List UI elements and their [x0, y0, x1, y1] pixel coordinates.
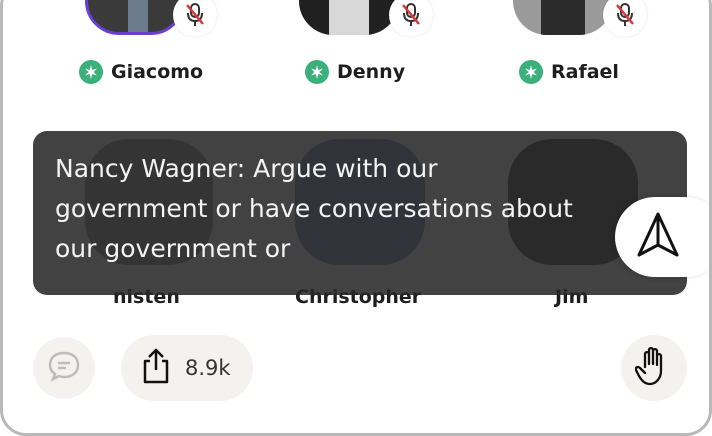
speaker-avatar-rafael[interactable]	[513, 0, 647, 37]
speaker-avatar-giacomo[interactable]	[85, 0, 217, 37]
speaker-name-row: Giacomo	[79, 60, 203, 84]
speaker-name-row: Rafael	[519, 60, 619, 84]
moderator-star-icon	[305, 60, 329, 84]
send-space-button[interactable]	[615, 197, 709, 277]
chat-bubble-icon	[47, 350, 81, 386]
caption-text: Nancy Wagner: Argue with our government …	[55, 154, 573, 263]
muted-mic-icon	[389, 0, 433, 37]
share-upload-icon	[141, 348, 171, 388]
share-button[interactable]: 8.9k	[121, 335, 253, 401]
app-frame: Giacomo Denny Rafael nisten Christopher …	[0, 0, 712, 436]
share-count: 8.9k	[185, 356, 231, 380]
paper-plane-icon	[635, 211, 681, 263]
avatar	[85, 0, 185, 35]
chat-button[interactable]	[33, 337, 95, 399]
avatar	[299, 0, 399, 35]
live-caption: Nancy Wagner: Argue with our government …	[33, 131, 687, 295]
moderator-star-icon	[519, 60, 543, 84]
speaker-name: Giacomo	[111, 61, 204, 83]
raise-hand-button[interactable]	[621, 335, 687, 401]
speaker-name-row: Denny	[305, 60, 405, 84]
speaker-avatar-denny[interactable]	[299, 0, 433, 37]
speaker-name: Denny	[337, 61, 406, 83]
muted-mic-icon	[173, 0, 217, 37]
muted-mic-icon	[603, 0, 647, 37]
moderator-star-icon	[79, 60, 103, 84]
speaker-name: Rafael	[551, 61, 619, 83]
avatar	[513, 0, 613, 35]
raised-hand-icon	[634, 345, 673, 391]
